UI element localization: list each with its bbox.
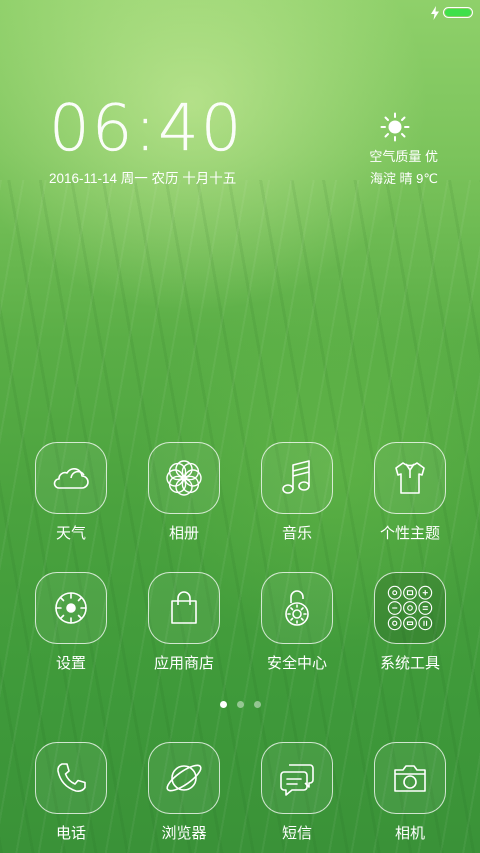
dock-messages[interactable]: 短信 xyxy=(242,742,352,852)
sun-icon[interactable] xyxy=(380,112,410,142)
app-tile[interactable] xyxy=(35,742,107,814)
app-tile[interactable] xyxy=(148,742,220,814)
app-label: 安全中心 xyxy=(266,655,327,672)
weather-label: 海淀 晴 9℃ xyxy=(369,171,438,186)
app-tile[interactable] xyxy=(374,442,446,514)
app-tile[interactable] xyxy=(261,742,333,814)
clock[interactable]: 06:40 xyxy=(49,94,259,164)
app-tile[interactable] xyxy=(148,442,220,514)
phone-icon xyxy=(57,763,86,792)
app-tile[interactable] xyxy=(261,572,333,644)
folder-system-tools[interactable]: 系统工具 xyxy=(355,572,465,682)
app-tile[interactable] xyxy=(35,442,107,514)
battery-fill xyxy=(445,9,471,16)
app-tile[interactable] xyxy=(35,572,107,644)
app-weather[interactable]: 天气 xyxy=(16,442,126,552)
app-music[interactable]: 音乐 xyxy=(242,442,352,552)
tools-folder-icon xyxy=(387,585,433,631)
page-indicator xyxy=(0,701,480,711)
page-dot-3[interactable] xyxy=(253,701,261,708)
music-icon xyxy=(282,460,310,494)
app-settings[interactable]: 设置 xyxy=(16,572,126,682)
app-label: 应用商店 xyxy=(153,655,214,672)
security-icon xyxy=(285,590,309,626)
weather-icon xyxy=(53,468,89,489)
app-label: 天气 xyxy=(55,525,86,542)
battery-icon xyxy=(443,7,473,18)
status-bar xyxy=(0,0,480,26)
app-store-icon xyxy=(171,591,197,624)
app-label: 短信 xyxy=(281,825,312,842)
app-security[interactable]: 安全中心 xyxy=(242,572,352,682)
app-label: 音乐 xyxy=(281,525,312,542)
dock-browser[interactable]: 浏览器 xyxy=(129,742,239,852)
page-dot-2[interactable] xyxy=(236,701,244,708)
app-label: 系统工具 xyxy=(379,655,440,672)
gallery-icon xyxy=(166,460,202,496)
app-store[interactable]: 应用商店 xyxy=(129,572,239,682)
app-label: 浏览器 xyxy=(161,825,207,842)
app-label: 相机 xyxy=(394,825,425,842)
dock-camera[interactable]: 相机 xyxy=(355,742,465,852)
app-tile[interactable] xyxy=(374,742,446,814)
app-label: 相册 xyxy=(168,525,199,542)
dock-phone[interactable]: 电话 xyxy=(16,742,126,852)
app-label: 电话 xyxy=(55,825,86,842)
browser-icon xyxy=(166,764,202,792)
date-line: 2016-11-14 周一 农历 十月十五 xyxy=(49,171,237,186)
camera-icon xyxy=(394,765,426,792)
charging-icon xyxy=(431,6,439,20)
clock-time: 06:40 xyxy=(49,92,244,166)
settings-icon xyxy=(55,592,87,624)
app-gallery[interactable]: 相册 xyxy=(129,442,239,552)
air-quality-label: 空气质量 优 xyxy=(369,149,438,164)
page-dot-1[interactable] xyxy=(219,701,227,708)
app-tile[interactable] xyxy=(148,572,220,644)
themes-icon xyxy=(395,462,425,494)
messages-icon xyxy=(280,764,314,796)
folder-tile[interactable] xyxy=(374,572,446,644)
app-themes[interactable]: 个性主题 xyxy=(355,442,465,552)
app-label: 设置 xyxy=(55,655,86,672)
app-tile[interactable] xyxy=(261,442,333,514)
app-label: 个性主题 xyxy=(379,525,440,542)
